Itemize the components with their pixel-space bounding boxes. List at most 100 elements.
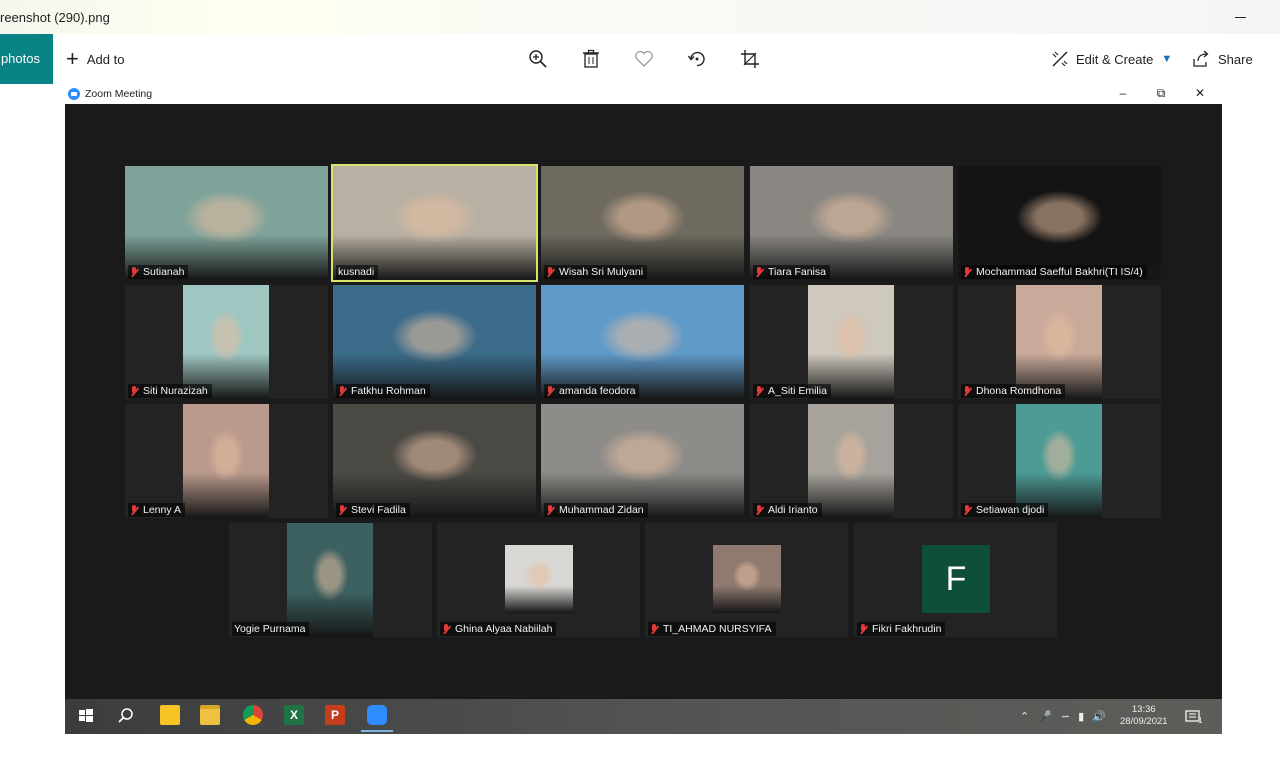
photos-toolbar: photos + Add to Edit & Create ▼ Share [0, 34, 1280, 84]
participant-tile[interactable]: Ghina Alyaa Nabiilah [437, 523, 640, 637]
participant-video [505, 545, 573, 613]
participant-name: Siti Nurazizah [143, 385, 208, 397]
participant-name: Stevi Fadila [351, 504, 406, 516]
photos-title-bar: reenshot (290).png [0, 0, 1280, 34]
clock-date: 28/09/2021 [1120, 716, 1168, 727]
share-button[interactable]: Share [1192, 48, 1253, 70]
participant-name-label: Fikri Fakhrudin [857, 622, 946, 636]
participant-video [541, 404, 744, 518]
participant-name: TI_AHMAD NURSYIFA [663, 623, 772, 635]
add-to-button[interactable]: + Add to [66, 48, 124, 70]
muted-mic-icon [650, 623, 658, 635]
battery-icon[interactable]: ▮ [1078, 710, 1084, 723]
participant-tile[interactable]: amanda feodora [541, 285, 744, 399]
zoom-restore-button[interactable]: ⧉ [1146, 84, 1176, 104]
participant-video [333, 285, 536, 399]
participant-name: Setiawan djodi [976, 504, 1045, 516]
microphone-icon[interactable]: 🎤 [1038, 710, 1052, 723]
participant-name-label: Lenny A [128, 503, 185, 517]
zoom-close-button[interactable]: ✕ [1185, 84, 1215, 104]
participant-tile[interactable]: Mochammad Saefful Bakhri(TI IS/4) [958, 166, 1161, 280]
participant-tile[interactable]: Wisah Sri Mulyani [541, 166, 744, 280]
zoom-in-icon[interactable] [527, 48, 549, 70]
participant-tile[interactable]: Lenny A [125, 404, 328, 518]
file-explorer-icon[interactable] [200, 705, 220, 725]
sticky-notes-icon[interactable] [160, 705, 180, 725]
participant-tile[interactable]: A_Siti Emilia [750, 285, 953, 399]
participant-tile[interactable]: Muhammad Zidan [541, 404, 744, 518]
participant-tile[interactable]: Aldi Irianto [750, 404, 953, 518]
participant-name: Aldi Irianto [768, 504, 818, 516]
volume-icon[interactable]: 🔊 [1092, 710, 1106, 723]
zoom-icon[interactable] [361, 705, 393, 732]
search-icon[interactable] [113, 703, 139, 729]
share-icon [1193, 50, 1209, 67]
photos-button[interactable]: photos [0, 34, 53, 84]
zoom-logo-icon [68, 88, 80, 100]
zoom-window-title: Zoom Meeting [85, 88, 153, 100]
participant-name: Sutianah [143, 266, 185, 278]
participant-video [333, 166, 536, 280]
participant-name-label: Muhammad Zidan [544, 503, 648, 517]
zoom-minimize-button[interactable]: – [1108, 84, 1138, 104]
participant-name: kusnadi [338, 266, 375, 278]
notification-center-icon[interactable]: 1 [1185, 699, 1202, 734]
excel-icon[interactable]: X [284, 705, 304, 725]
muted-mic-icon [338, 385, 346, 397]
participant-name-label: Aldi Irianto [753, 503, 822, 517]
participant-tile[interactable]: kusnadi [331, 164, 538, 282]
participant-tile[interactable]: Fatkhu Rohman [333, 285, 536, 399]
participant-name: Wisah Sri Mulyani [559, 266, 644, 278]
wifi-icon[interactable]: ∽ [1061, 710, 1070, 723]
zoom-meeting-window: Zoom Meeting – ⧉ ✕ Sutianah kusnadi Wisah … [65, 84, 1222, 734]
edit-create-button[interactable]: Edit & Create ▼ [1050, 48, 1172, 70]
chrome-icon[interactable] [243, 705, 263, 725]
edit-create-label: Edit & Create [1076, 51, 1154, 67]
participant-video [750, 166, 953, 280]
participant-tile[interactable]: Yogie Purnama [229, 523, 432, 637]
powerpoint-icon[interactable]: P [325, 705, 345, 725]
participant-name: Fikri Fakhrudin [872, 623, 942, 635]
participant-name: Dhona Romdhona [976, 385, 1062, 397]
chevron-up-icon[interactable]: ⌃ [1020, 710, 1029, 723]
participant-name-label: Ghina Alyaa Nabiilah [440, 622, 557, 636]
participant-tile[interactable]: Sutianah [125, 166, 328, 280]
participant-video [541, 285, 744, 399]
participant-video [958, 166, 1161, 280]
muted-mic-icon [442, 623, 450, 635]
participant-name-label: Sutianah [128, 265, 189, 279]
start-icon[interactable] [73, 703, 99, 729]
muted-mic-icon [755, 266, 763, 278]
participant-video [808, 404, 894, 518]
participant-name-label: Dhona Romdhona [961, 384, 1066, 398]
participant-tile[interactable]: Tiara Fanisa [750, 166, 953, 280]
participant-video [808, 285, 894, 399]
chevron-down-icon: ▼ [1161, 53, 1173, 65]
participant-tile[interactable]: Dhona Romdhona [958, 285, 1161, 399]
participant-tile[interactable]: F Fikri Fakhrudin [854, 523, 1057, 637]
participant-tile[interactable]: Setiawan djodi [958, 404, 1161, 518]
participant-name-label: Wisah Sri Mulyani [544, 265, 648, 279]
crop-icon[interactable] [739, 48, 761, 70]
minimize-button[interactable] [1228, 6, 1252, 28]
add-to-label: Add to [86, 51, 125, 67]
delete-icon[interactable] [580, 48, 602, 70]
participant-name-label: Stevi Fadila [336, 503, 410, 517]
participant-video [541, 166, 744, 280]
participant-tile[interactable]: Stevi Fadila [333, 404, 536, 518]
window-title: reenshot (290).png [0, 10, 110, 25]
participant-name: Fatkhu Rohman [351, 385, 426, 397]
participant-tile[interactable]: Siti Nurazizah [125, 285, 328, 399]
muted-mic-icon [963, 504, 971, 516]
system-clock[interactable]: 13:36 28/09/2021 [1120, 704, 1168, 728]
muted-mic-icon [546, 504, 554, 516]
participant-name-label: Yogie Purnama [232, 622, 310, 636]
heart-icon[interactable] [633, 48, 655, 70]
participant-name: Yogie Purnama [234, 623, 306, 635]
rotate-icon[interactable] [686, 48, 708, 70]
muted-mic-icon [130, 385, 138, 397]
participant-video [287, 523, 373, 637]
notification-count: 1 [1198, 716, 1203, 725]
participant-tile[interactable]: TI_AHMAD NURSYIFA [645, 523, 848, 637]
muted-mic-icon [130, 504, 138, 516]
